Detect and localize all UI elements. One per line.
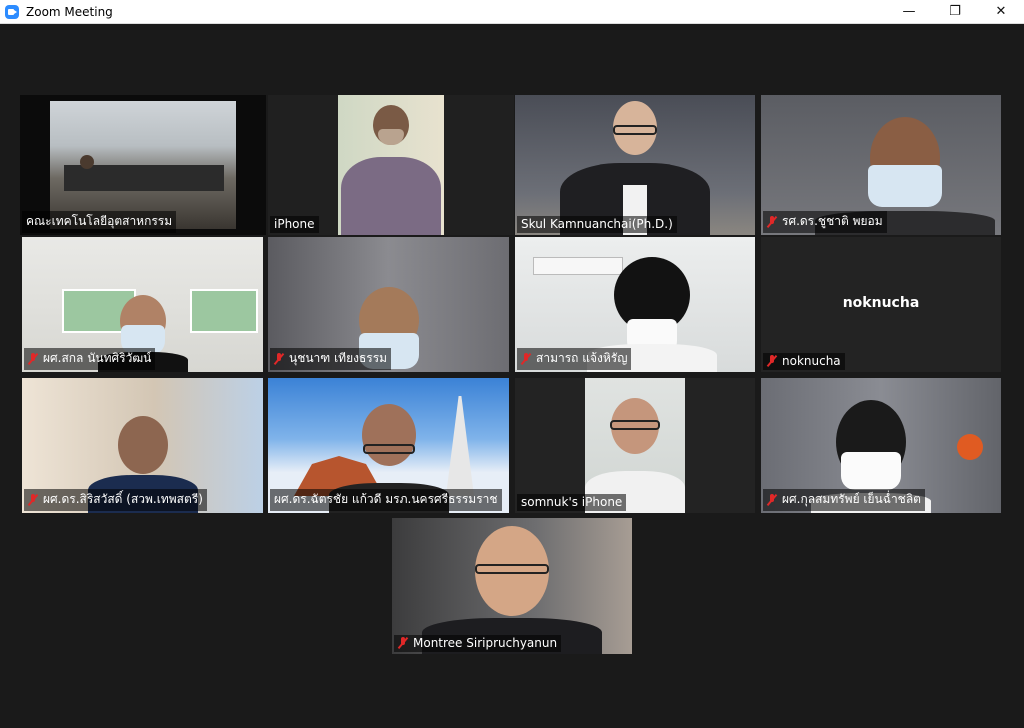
muted-mic-icon	[398, 637, 408, 649]
participant-name: สามารถ แจ้งหิรัญ	[517, 348, 632, 370]
muted-mic-icon	[767, 215, 777, 228]
participant-name: noknucha	[763, 353, 845, 370]
participant-name: Skul Kamnuanchai(Ph.D.)	[517, 216, 677, 233]
participant-tile[interactable]: คณะเทคโนโลยีอุตสาหกรรม	[20, 95, 266, 235]
close-button[interactable]: ✕	[978, 0, 1024, 23]
participant-display-name: noknucha	[842, 295, 920, 311]
participant-tile[interactable]: รศ.ดร.ชูชาติ พยอม	[761, 95, 1001, 235]
participant-tile[interactable]: ผศ.ดร.ฉัตรชัย แก้วดี มรภ.นครศรีธรรมราช	[268, 378, 509, 513]
participant-tile[interactable]: Montree Siripruchyanun	[392, 518, 632, 654]
participant-tile[interactable]: ผศ.ดร.สิริสวัสดิ์ (สวพ.เทพสตรี)	[22, 378, 263, 513]
muted-mic-icon	[767, 493, 777, 506]
participant-name: คณะเทคโนโลยีอุตสาหกรรม	[22, 211, 177, 233]
muted-mic-icon	[521, 352, 531, 365]
participant-tile[interactable]: ผศ.สกล นันทศิริวัฒน์	[22, 237, 263, 372]
maximize-button[interactable]: ❐	[932, 0, 978, 23]
participant-name: ผศ.ดร.ฉัตรชัย แก้วดี มรภ.นครศรีธรรมราช	[270, 489, 502, 511]
window-titlebar: Zoom Meeting — ❐ ✕	[0, 0, 1024, 24]
participant-tile[interactable]: somnuk's iPhone	[515, 378, 755, 513]
participant-tile[interactable]: ผศ.กุลสมทรัพย์ เย็นฉ่ำชลิต	[761, 378, 1001, 513]
participant-tile[interactable]: สามารถ แจ้งหิรัญ	[515, 237, 755, 372]
participant-tile[interactable]: iPhone	[268, 95, 514, 235]
participant-name: รศ.ดร.ชูชาติ พยอม	[763, 211, 887, 233]
muted-mic-icon	[274, 352, 284, 365]
participant-name: somnuk's iPhone	[517, 494, 627, 511]
window-controls: — ❐ ✕	[886, 0, 1024, 23]
participant-name: นุชนาฑ เทียงธรรม	[270, 348, 392, 370]
participant-name: iPhone	[270, 216, 319, 233]
muted-mic-icon	[28, 352, 38, 365]
muted-mic-icon	[767, 355, 777, 367]
participant-name: ผศ.สกล นันทศิริวัฒน์	[24, 348, 156, 370]
participant-name: Montree Siripruchyanun	[394, 635, 562, 652]
participant-name: ผศ.กุลสมทรัพย์ เย็นฉ่ำชลิต	[763, 489, 925, 511]
window-title: Zoom Meeting	[26, 4, 113, 19]
minimize-button[interactable]: —	[886, 0, 932, 23]
participant-tile[interactable]: Skul Kamnuanchai(Ph.D.)	[515, 95, 755, 235]
participant-tile[interactable]: นุชนาฑ เทียงธรรม	[268, 237, 509, 372]
participant-tile-video-off[interactable]: noknucha noknucha	[761, 237, 1001, 372]
zoom-app-icon	[5, 4, 19, 19]
muted-mic-icon	[28, 493, 38, 506]
participant-name: ผศ.ดร.สิริสวัสดิ์ (สวพ.เทพสตรี)	[24, 489, 207, 511]
